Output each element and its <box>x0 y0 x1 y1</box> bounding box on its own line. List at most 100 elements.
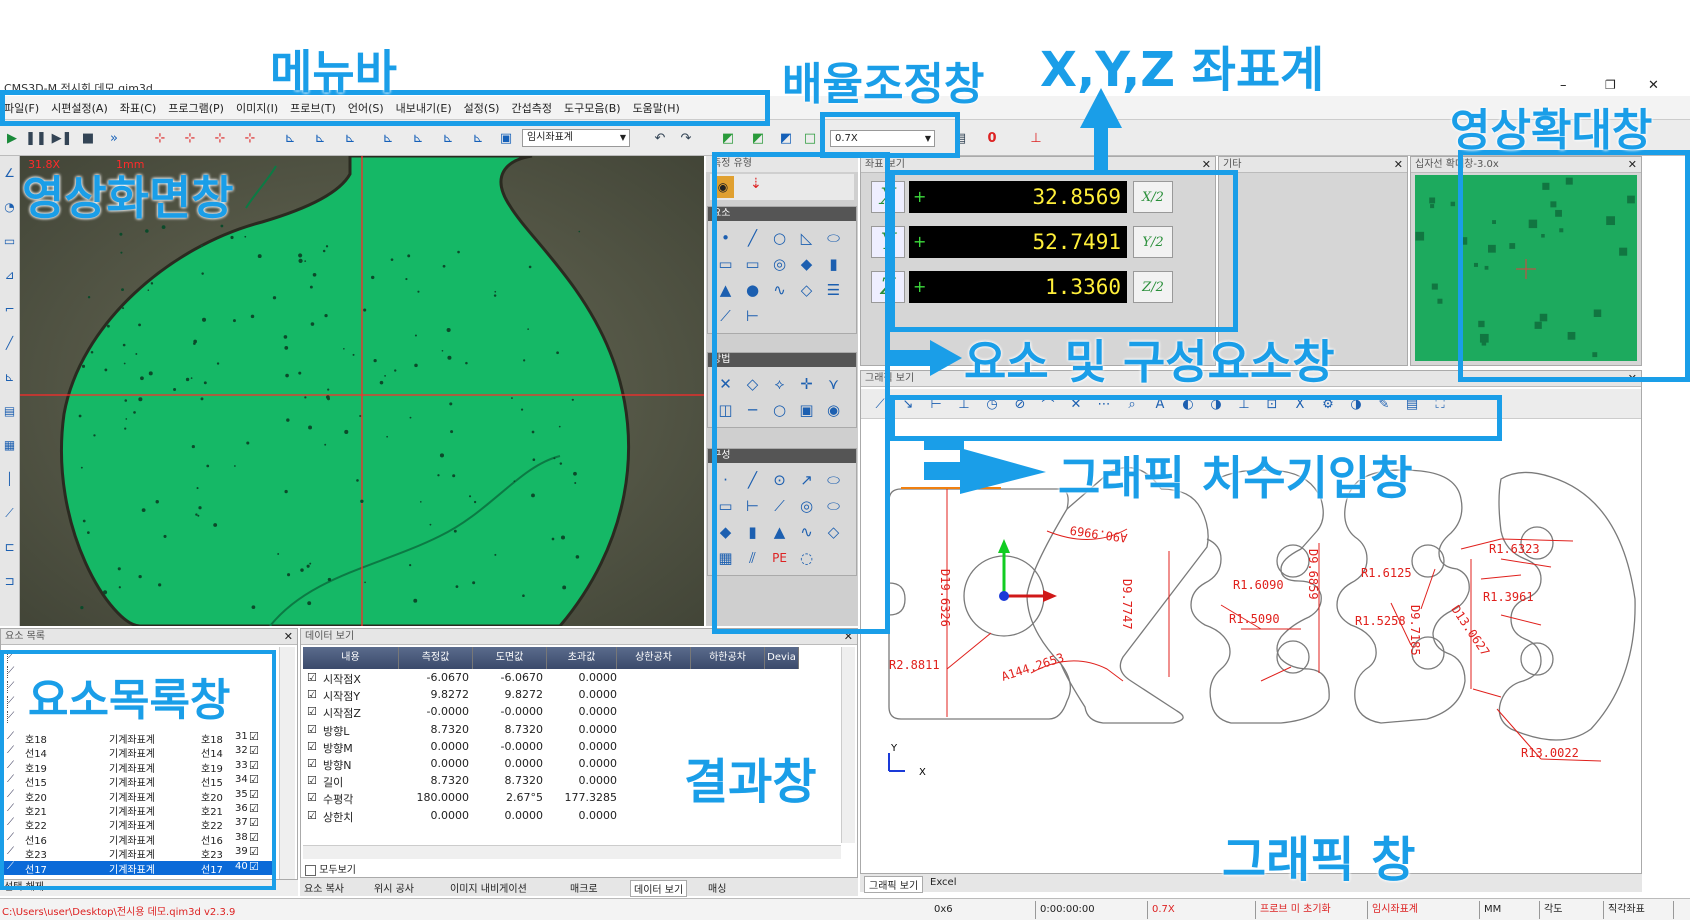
image-a-icon[interactable]: ◩ <box>718 128 738 148</box>
status-cell-3: 프로브 미 초기화 <box>1256 901 1368 919</box>
left-tool-2-icon[interactable]: ▭ <box>0 224 19 258</box>
table-row[interactable]: ☑ 시작점X -6.0670 -6.0670 0.0000 <box>303 671 803 688</box>
status-path: C:\Users\user\Desktop\전시용 데모.qim3d v2.3.… <box>2 907 236 918</box>
table-row[interactable]: ☑ 방향L 8.7320 8.7320 0.0000 <box>303 723 803 740</box>
tab-data-0[interactable]: 요소 복사 <box>304 880 344 895</box>
stop-icon[interactable]: ■ <box>78 128 98 148</box>
status-cell-4: 임시좌표계 <box>1368 901 1480 919</box>
probe-red-icon[interactable]: ⊥ <box>1026 128 1046 148</box>
tab-graphics-view[interactable]: 그래픽 보기 <box>864 876 924 893</box>
close-icon[interactable]: ✕ <box>1394 157 1403 173</box>
tab-data-5[interactable]: 매싱 <box>708 880 726 895</box>
status-bar: C:\Users\user\Desktop\전시용 데모.qim3d v2.3.… <box>0 898 1690 920</box>
left-tool-4-icon[interactable]: ⌐ <box>0 292 19 326</box>
probe-line-icon[interactable]: ⊹ <box>180 128 200 148</box>
left-tool-11-icon[interactable]: ⊏ <box>0 530 19 564</box>
probe-circle-icon[interactable]: ⊹ <box>210 128 230 148</box>
show-all-row[interactable]: 모두보기 <box>305 861 356 876</box>
ann-elements: 요소 및 구성요소창 <box>964 335 1335 389</box>
dim-r1: R2.8811 <box>889 658 940 672</box>
ann-graphic: 그래픽 창 <box>1222 832 1416 888</box>
column-header[interactable]: 측정값 <box>399 647 473 669</box>
left-tool-3-icon[interactable]: ⊿ <box>0 258 19 292</box>
play-icon[interactable]: ▶ <box>2 128 22 148</box>
cell-excess: 0.0000 <box>578 688 618 702</box>
show-all-checkbox[interactable] <box>305 864 316 876</box>
coord-system-select[interactable]: 임시좌표계 ▼ <box>522 129 630 147</box>
ann-elem-list: 요소목록창 <box>28 675 231 726</box>
row-checkbox[interactable]: ☑ <box>307 757 317 770</box>
cell-excess: 177.3285 <box>564 791 618 805</box>
tab-data-2[interactable]: 이미지 내비게이션 <box>450 880 527 895</box>
axis-rotate-icon[interactable]: ⊾ <box>310 128 330 148</box>
step-icon[interactable]: ▶❚ <box>52 128 73 148</box>
left-tool-12-icon[interactable]: ⊐ <box>0 564 19 598</box>
left-tool-10-icon[interactable]: ⟋ <box>0 496 19 530</box>
probe-point-icon[interactable]: ⊹ <box>150 128 170 148</box>
pause-icon[interactable]: ❚❚ <box>25 128 47 148</box>
column-header[interactable]: 상한공차 <box>617 647 691 669</box>
close-icon[interactable]: ✕ <box>1648 78 1659 93</box>
zero-button[interactable]: 0 <box>982 128 1002 148</box>
cell-measured: -6.0670 <box>426 671 469 684</box>
column-header[interactable]: 초과값 <box>547 647 617 669</box>
etc-panel-title: 기타 <box>1223 159 1242 170</box>
probe-plane-icon[interactable]: ⊹ <box>240 128 260 148</box>
dim-d1: D19.6326 <box>938 569 952 627</box>
y-arrow-head <box>998 539 1010 553</box>
row-checkbox[interactable]: ☑ <box>307 791 317 804</box>
dim-d4: D9.7185 <box>1408 605 1422 656</box>
row-checkbox[interactable]: ☑ <box>307 774 317 787</box>
left-tool-7-icon[interactable]: ▤ <box>0 394 19 428</box>
ann-zoom-window: 배율조정창 <box>782 59 985 110</box>
save-icon[interactable]: ▣ <box>496 128 516 148</box>
left-tool-9-icon[interactable]: │ <box>0 462 19 496</box>
show-all-label: 모두보기 <box>319 865 356 876</box>
result-hscrollbar[interactable] <box>303 845 841 859</box>
element-list-scrollbar[interactable] <box>279 647 295 879</box>
image-b-icon[interactable]: ◩ <box>748 128 768 148</box>
axis-align-icon[interactable]: ⊾ <box>280 128 300 148</box>
row-checkbox[interactable]: ☑ <box>307 705 317 718</box>
column-header[interactable]: 도면값 <box>473 647 547 669</box>
row-checkbox[interactable]: ☑ <box>307 671 317 684</box>
left-tool-6-icon[interactable]: ⊾ <box>0 360 19 394</box>
row-checkbox[interactable]: ☑ <box>307 809 317 822</box>
row-checkbox[interactable]: ☑ <box>307 723 317 736</box>
result-scrollbar[interactable] <box>841 647 855 843</box>
tab-data-1[interactable]: 위시 공사 <box>374 880 414 895</box>
axis-b-icon[interactable]: ⊾ <box>408 128 428 148</box>
axis-c-icon[interactable]: ⊾ <box>438 128 458 148</box>
axis-origin-icon[interactable]: ⊾ <box>340 128 360 148</box>
close-icon[interactable]: ✕ <box>284 629 293 645</box>
table-row[interactable]: ☑ 시작점Y 9.8272 9.8272 0.0000 <box>303 688 803 705</box>
table-row[interactable]: ☑ 시작점Z -0.0000 -0.0000 0.0000 <box>303 705 803 722</box>
left-tool-1-icon[interactable]: ◔ <box>0 190 19 224</box>
column-header[interactable]: 하한공차 <box>691 647 765 669</box>
fast-forward-icon[interactable]: » <box>104 128 124 148</box>
tab-data-4[interactable]: 데이터 보기 <box>630 880 688 897</box>
undo-icon[interactable]: ↶ <box>650 128 670 148</box>
redo-icon[interactable]: ↷ <box>676 128 696 148</box>
tab-data-3[interactable]: 매크로 <box>570 880 598 895</box>
image-d-icon[interactable]: □ <box>800 128 820 148</box>
cell-measured: 0.0000 <box>430 757 470 770</box>
image-c-icon[interactable]: ◩ <box>776 128 796 148</box>
left-toolbar: ∠ ◔ ▭ ⊿ ⌐ ╱ ⊾ ▤ ▦ │ ⟋ ⊏ ⊐ <box>0 156 20 626</box>
left-tool-0-icon[interactable]: ∠ <box>0 156 19 190</box>
coord-highlight <box>890 170 1238 332</box>
tab-excel[interactable]: Excel <box>930 877 957 888</box>
cell-excess: 0.0000 <box>578 722 618 736</box>
minimize-icon[interactable]: – <box>1560 78 1567 93</box>
left-tool-5-icon[interactable]: ╱ <box>0 326 19 360</box>
column-header[interactable]: 내용 <box>303 647 399 669</box>
left-tool-8-icon[interactable]: ▦ <box>0 428 19 462</box>
maximize-icon[interactable]: ❐ <box>1605 78 1616 92</box>
axis-a-icon[interactable]: ⊾ <box>378 128 398 148</box>
row-checkbox[interactable]: ☑ <box>307 740 317 753</box>
column-header[interactable]: Devia <box>765 647 799 669</box>
cell-drawing: 8.7320 <box>504 774 544 788</box>
cell-drawing: -6.0670 <box>500 671 543 684</box>
axis-d-icon[interactable]: ⊾ <box>468 128 488 148</box>
row-checkbox[interactable]: ☑ <box>307 688 317 701</box>
